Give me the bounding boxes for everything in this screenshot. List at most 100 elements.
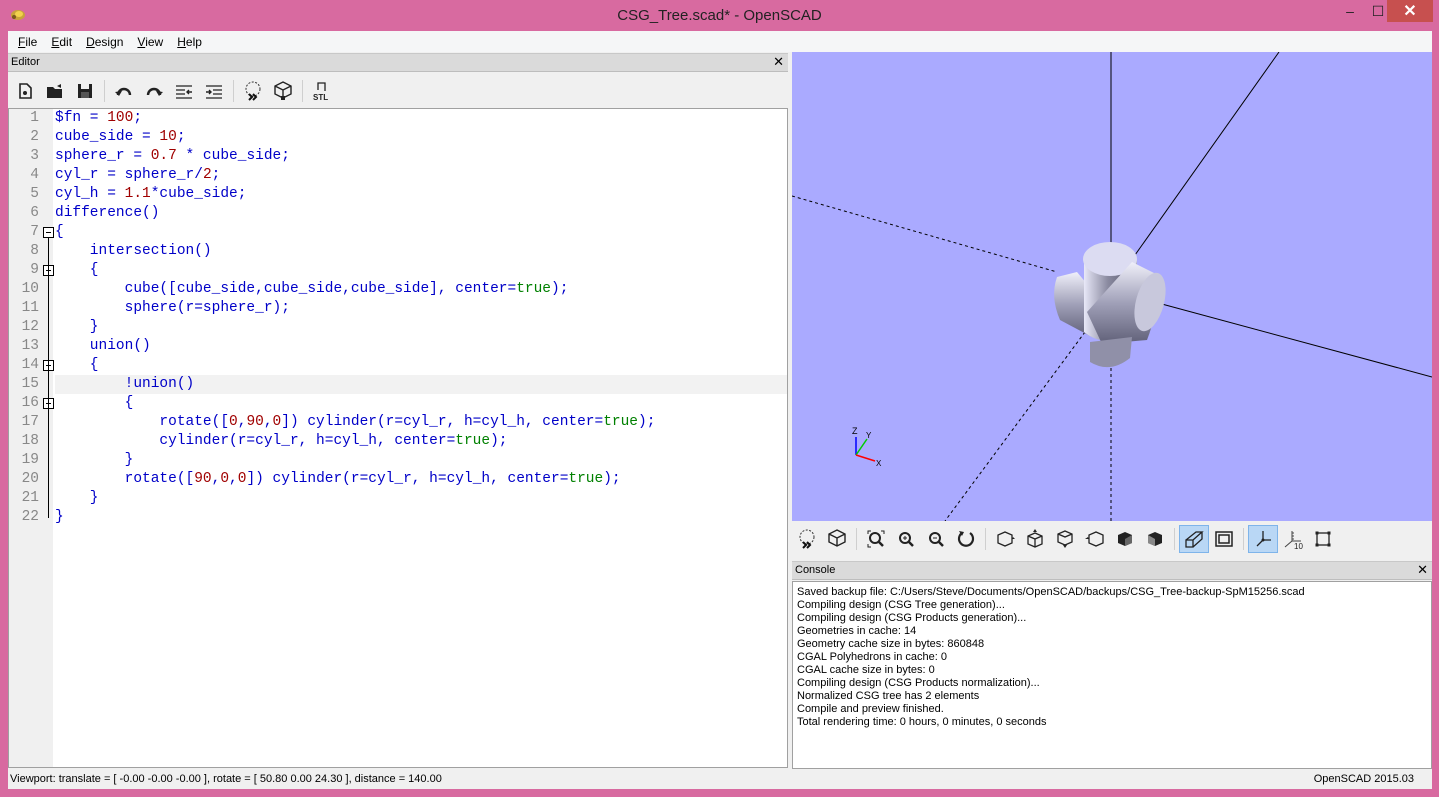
line-number: 6 xyxy=(30,205,39,221)
code-text: cube([cube_side,cube_side,cube_side], ce… xyxy=(55,281,569,297)
menu-view[interactable]: View xyxy=(130,35,170,49)
svg-text:STL: STL xyxy=(313,93,328,102)
new-file-button[interactable] xyxy=(10,77,40,105)
x-axis-line xyxy=(1146,299,1432,378)
export-stl-button[interactable]: STL xyxy=(307,77,337,105)
menu-design[interactable]: Design xyxy=(79,35,130,49)
maximize-icon: ☐ xyxy=(1371,2,1385,19)
indent-icon xyxy=(206,85,222,99)
save-icon xyxy=(78,84,92,98)
unindent-button[interactable] xyxy=(169,77,199,105)
code-text: cylinder(r=cyl_r, h=cyl_h, center=true); xyxy=(55,433,508,449)
code-line[interactable]: 16 { xyxy=(22,394,787,413)
code-line[interactable]: 17 rotate([0,90,0]) cylinder(r=cyl_r, h=… xyxy=(22,413,787,432)
console-line: Compile and preview finished. xyxy=(797,703,944,715)
fold-toggle-icon[interactable] xyxy=(43,227,54,238)
view-back-button[interactable] xyxy=(1140,525,1170,553)
zoom-out-button[interactable] xyxy=(921,525,951,553)
close-icon: ✕ xyxy=(1403,3,1417,20)
code-line[interactable]: 1 $fn = 100; xyxy=(30,109,787,128)
fold-guide-line xyxy=(48,238,49,518)
line-number: 20 xyxy=(21,471,39,487)
code-line[interactable]: 13 union() xyxy=(22,337,787,356)
3d-viewport[interactable]: Z Y X xyxy=(792,52,1432,521)
console-line: Compiling design (CSG Products generatio… xyxy=(797,612,1027,624)
view-bottom-button[interactable] xyxy=(1050,525,1080,553)
reset-view-button[interactable] xyxy=(951,525,981,553)
code-editor[interactable]: 1 $fn = 100; 2 cube_side = 10; 3 sphere_r = 0… xyxy=(8,108,788,768)
show-edges-button[interactable] xyxy=(1308,525,1338,553)
view-right-icon xyxy=(997,531,1015,547)
view-left-button[interactable] xyxy=(1080,525,1110,553)
code-line[interactable]: 12 } xyxy=(22,318,787,337)
code-line[interactable]: 6 difference() xyxy=(30,204,787,223)
unindent-icon xyxy=(176,85,192,99)
code-line[interactable]: 22} xyxy=(22,508,787,527)
line-number: 19 xyxy=(21,452,39,468)
console-line: Compiling design (CSG Tree generation)..… xyxy=(797,599,1005,611)
code-line[interactable]: 19 } xyxy=(22,451,787,470)
menu-label: elp xyxy=(185,34,202,49)
code-line[interactable]: 20 rotate([90,0,0]) cylinder(r=cyl_r, h=… xyxy=(22,470,787,489)
console-output[interactable]: Saved backup file: C:/Users/Steve/Docume… xyxy=(792,581,1432,769)
undo-button[interactable] xyxy=(109,77,139,105)
code-lines[interactable]: 1 $fn = 100; 2 cube_side = 10; 3 sphere_r = 0… xyxy=(22,109,787,527)
code-line[interactable]: 7{ xyxy=(30,223,787,242)
code-line[interactable]: 10 cube([cube_side,cube_side,cube_side],… xyxy=(22,280,787,299)
code-line[interactable]: 14 { xyxy=(22,356,787,375)
console-close-button[interactable]: ✕ xyxy=(1417,562,1428,578)
code-line[interactable]: 8 intersection() xyxy=(30,242,787,261)
toolbar-separator xyxy=(985,528,986,550)
render-button[interactable] xyxy=(268,77,298,105)
code-line[interactable]: 15 !union() xyxy=(22,375,787,394)
title-bar: CSG_Tree.scad* - OpenSCAD – ☐ ✕ xyxy=(0,0,1439,31)
preview-button[interactable] xyxy=(792,525,822,553)
x-axis-indicator xyxy=(855,454,876,462)
redo-button[interactable] xyxy=(139,77,169,105)
perspective-icon xyxy=(1185,531,1204,548)
orthogonal-button[interactable] xyxy=(1209,525,1239,553)
code-line[interactable]: 5 cyl_h = 1.1*cube_side; xyxy=(30,185,787,204)
zoom-in-button[interactable] xyxy=(891,525,921,553)
show-scale-markers-button[interactable]: 10 xyxy=(1278,525,1308,553)
code-line[interactable]: 3 sphere_r = 0.7 * cube_side; xyxy=(30,147,787,166)
line-number: 1 xyxy=(30,110,39,126)
viewport-status: Viewport: translate = [ -0.00 -0.00 -0.0… xyxy=(10,773,442,785)
code-text: cube_side = 10; xyxy=(55,129,186,145)
preview-button[interactable] xyxy=(238,77,268,105)
svg-text:10: 10 xyxy=(1294,542,1303,550)
editor-close-button[interactable]: ✕ xyxy=(773,54,784,70)
zoom-out-icon xyxy=(929,532,944,547)
code-text: intersection() xyxy=(55,243,212,259)
code-line[interactable]: 2 cube_side = 10; xyxy=(30,128,787,147)
code-line[interactable]: 11 sphere(r=sphere_r); xyxy=(22,299,787,318)
open-file-button[interactable] xyxy=(40,77,70,105)
zoom-in-icon xyxy=(899,532,914,547)
export-stl-icon: STL xyxy=(313,82,328,102)
view-right-button[interactable] xyxy=(990,525,1020,553)
code-text: sphere_r = 0.7 * cube_side; xyxy=(55,148,290,164)
indent-button[interactable] xyxy=(199,77,229,105)
code-text: rotate([0,90,0]) cylinder(r=cyl_r, h=cyl… xyxy=(55,414,656,430)
close-button[interactable]: ✕ xyxy=(1387,0,1433,22)
code-line[interactable]: 4 cyl_r = sphere_r/2; xyxy=(30,166,787,185)
preview-icon xyxy=(799,529,815,549)
code-text: { xyxy=(55,224,64,240)
show-axes-button[interactable] xyxy=(1248,525,1278,553)
view-toolbar: 10 xyxy=(792,522,1432,556)
view-all-button[interactable] xyxy=(861,525,891,553)
code-text: } xyxy=(55,490,99,506)
save-file-button[interactable] xyxy=(70,77,100,105)
render-button[interactable] xyxy=(822,525,852,553)
menu-file[interactable]: File xyxy=(11,35,44,49)
code-line[interactable]: 9 { xyxy=(30,261,787,280)
line-number: 9 xyxy=(30,262,39,278)
code-line[interactable]: 18 cylinder(r=cyl_r, h=cyl_h, center=tru… xyxy=(22,432,787,451)
menu-edit[interactable]: Edit xyxy=(44,35,79,49)
code-line[interactable]: 21 } xyxy=(22,489,787,508)
edges-icon xyxy=(1315,531,1331,547)
view-top-button[interactable] xyxy=(1020,525,1050,553)
menu-help[interactable]: Help xyxy=(170,35,209,49)
perspective-button[interactable] xyxy=(1179,525,1209,553)
view-front-button[interactable] xyxy=(1110,525,1140,553)
